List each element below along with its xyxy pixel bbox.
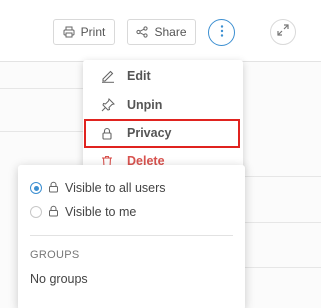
expand-button[interactable] (270, 19, 296, 45)
share-button[interactable]: Share (127, 19, 196, 45)
content-divider (245, 176, 321, 177)
submenu-divider (30, 235, 233, 236)
visibility-option-label: Visible to all users (65, 181, 166, 195)
print-label: Print (80, 25, 106, 39)
menu-item-privacy[interactable]: Privacy (83, 119, 243, 147)
print-button[interactable]: Print (53, 19, 115, 45)
lock-icon (48, 205, 59, 220)
menu-item-label: Unpin (127, 98, 163, 112)
share-label: Share (154, 25, 187, 39)
content-divider (245, 267, 321, 268)
content-divider (0, 131, 83, 132)
printer-icon (63, 26, 75, 38)
lock-icon (48, 181, 59, 196)
lock-icon (101, 127, 119, 140)
share-icon (136, 26, 149, 38)
menu-item-unpin[interactable]: Unpin (83, 91, 243, 119)
expand-arrows-icon (277, 23, 289, 41)
content-divider (0, 88, 83, 89)
menu-item-label: Privacy (127, 126, 172, 140)
content-divider (245, 222, 321, 223)
pencil-icon (101, 69, 119, 83)
visibility-option-all-users[interactable]: Visible to all users (30, 178, 166, 198)
pin-icon (101, 98, 119, 112)
privacy-submenu: Visible to all users Visible to me GROUP… (18, 165, 245, 308)
radio-button-selected[interactable] (30, 182, 42, 194)
menu-item-label: Edit (127, 69, 151, 83)
more-actions-button[interactable] (208, 19, 235, 46)
groups-heading: GROUPS (30, 249, 80, 261)
menu-item-edit[interactable]: Edit (83, 62, 243, 90)
vertical-ellipsis-icon (220, 24, 224, 42)
groups-empty-text: No groups (30, 272, 88, 286)
visibility-option-label: Visible to me (65, 205, 137, 219)
visibility-option-me[interactable]: Visible to me (30, 202, 136, 222)
actions-menu: Edit Unpin Privacy Delete (83, 60, 243, 172)
radio-button[interactable] (30, 206, 42, 218)
